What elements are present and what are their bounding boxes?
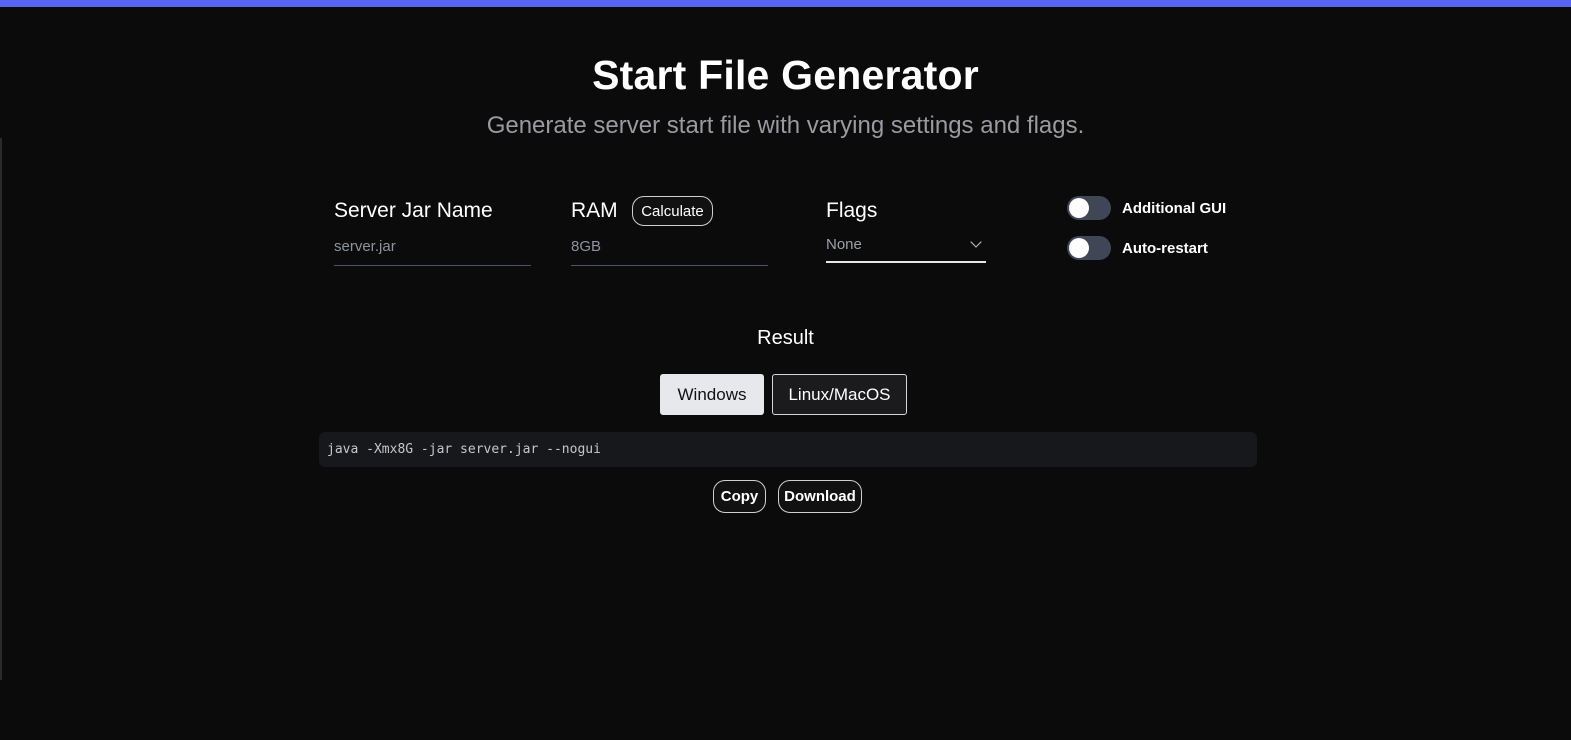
ram-label: RAM xyxy=(571,199,618,222)
command-text: java -Xmx8G -jar server.jar --nogui xyxy=(327,442,601,457)
result-title: Result xyxy=(757,327,814,349)
additional-gui-toggle[interactable] xyxy=(1067,196,1111,220)
download-button[interactable]: Download xyxy=(778,480,862,513)
toggle-knob xyxy=(1069,238,1089,258)
chevron-down-icon xyxy=(970,236,982,248)
page-subtitle: Generate server start file with varying … xyxy=(486,112,1085,139)
page-title: Start File Generator xyxy=(592,52,979,98)
flags-label: Flags xyxy=(826,199,878,222)
copy-button[interactable]: Copy xyxy=(713,480,766,513)
tab-linux-macos[interactable]: Linux/MacOS xyxy=(772,374,907,415)
jar-name-input[interactable] xyxy=(334,238,531,266)
ram-input[interactable] xyxy=(571,238,768,266)
left-edge-divider xyxy=(0,138,2,680)
jar-name-label: Server Jar Name xyxy=(334,199,493,222)
top-accent-bar xyxy=(0,0,1571,7)
flags-selected-value: None xyxy=(826,236,862,253)
tab-windows[interactable]: Windows xyxy=(660,374,764,415)
additional-gui-label: Additional GUI xyxy=(1122,200,1227,217)
auto-restart-toggle[interactable] xyxy=(1067,236,1111,260)
flags-select[interactable]: None xyxy=(826,234,986,263)
calculate-ram-button[interactable]: Calculate xyxy=(632,196,713,226)
toggle-knob xyxy=(1069,198,1089,218)
command-output: java -Xmx8G -jar server.jar --nogui xyxy=(319,432,1257,467)
auto-restart-label: Auto-restart xyxy=(1122,240,1208,257)
